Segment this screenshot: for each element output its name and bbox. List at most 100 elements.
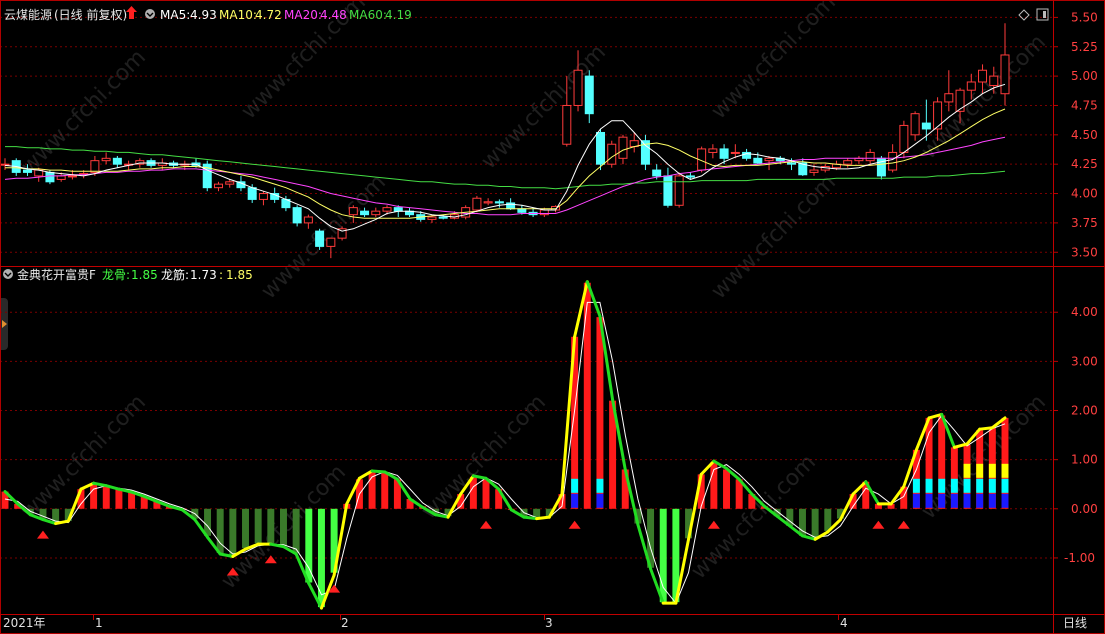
signal-block bbox=[988, 463, 996, 478]
year-label: 2021年 bbox=[3, 616, 46, 630]
indicator-bar bbox=[811, 508, 819, 539]
candle-body bbox=[56, 175, 66, 180]
indicator-axis-label: 3.00 bbox=[1071, 354, 1098, 368]
signal-block bbox=[596, 478, 604, 493]
buy-signal-icon bbox=[36, 530, 49, 539]
candle-body bbox=[607, 143, 617, 165]
signal-block bbox=[963, 463, 971, 478]
signal-block bbox=[925, 478, 933, 493]
candle-body bbox=[865, 151, 875, 162]
indicator-bar bbox=[280, 508, 287, 546]
ma5-label: MA5: bbox=[160, 8, 190, 22]
signal-block bbox=[950, 493, 958, 508]
price-axis-label: 3.75 bbox=[1071, 216, 1098, 230]
month-label: 4 bbox=[840, 616, 848, 630]
period-note: (日线 前复权) bbox=[54, 7, 127, 22]
watermark-text: www.cfchi.com bbox=[707, 170, 841, 304]
indicator-axis-label: 2.00 bbox=[1071, 404, 1098, 418]
settings-circle-icon[interactable] bbox=[145, 9, 155, 19]
candle-body bbox=[258, 193, 268, 200]
indicator-bar bbox=[381, 471, 389, 509]
price-axis-label: 3.50 bbox=[1071, 245, 1098, 259]
watermark-text: www.cfchi.com bbox=[17, 45, 151, 179]
candle-body bbox=[517, 208, 527, 213]
candle-body bbox=[382, 207, 392, 212]
ma20-value: 4.48 bbox=[320, 8, 347, 22]
candle-body bbox=[315, 230, 325, 247]
candle-body bbox=[753, 157, 763, 164]
indicator-bar bbox=[229, 508, 237, 556]
candle-body bbox=[427, 216, 437, 220]
signal-block bbox=[988, 493, 996, 508]
buy-signal-icon bbox=[480, 520, 493, 529]
line1-segment bbox=[522, 515, 539, 521]
candle-body bbox=[685, 175, 695, 178]
watermark-text: www.cfchi.com bbox=[917, 30, 1051, 164]
candle-body bbox=[0, 163, 10, 166]
candle-body bbox=[888, 151, 898, 171]
indicator-bar bbox=[102, 486, 110, 509]
month-label: 1 bbox=[95, 616, 103, 630]
candle-body bbox=[719, 148, 729, 159]
indicator-menu-icon[interactable] bbox=[3, 269, 13, 279]
line3-value: 1.85 bbox=[226, 268, 253, 282]
price-axis-label: 5.50 bbox=[1071, 10, 1098, 24]
panel-toggle-icon[interactable] bbox=[1036, 8, 1049, 21]
price-axis-label: 5.25 bbox=[1071, 40, 1098, 54]
indicator-bar bbox=[242, 508, 249, 549]
indicator-bar bbox=[115, 489, 123, 509]
candle-body bbox=[292, 207, 302, 224]
signal-block bbox=[963, 478, 971, 493]
diamond-icon[interactable] bbox=[1018, 9, 1030, 21]
candle-body bbox=[45, 171, 55, 183]
price-axis-label: 4.50 bbox=[1071, 128, 1098, 142]
signal-block bbox=[571, 478, 579, 493]
line3-label: : bbox=[219, 268, 223, 282]
buy-signal-icon bbox=[707, 520, 720, 529]
buy-signal-icon bbox=[897, 520, 910, 529]
candle-body bbox=[966, 81, 976, 91]
signal-block bbox=[938, 478, 946, 493]
indicator-bar bbox=[90, 484, 98, 509]
month-label: 3 bbox=[545, 616, 553, 630]
candle-body bbox=[483, 201, 493, 204]
indicator-bar bbox=[723, 469, 730, 509]
candle-body bbox=[303, 216, 313, 224]
candle-body bbox=[22, 169, 32, 173]
candle-body bbox=[101, 157, 111, 162]
signal-block bbox=[976, 478, 984, 493]
indicator-bar bbox=[292, 508, 300, 554]
signal-block bbox=[571, 493, 579, 508]
line1-value: 1.85 bbox=[131, 268, 158, 282]
candle-body bbox=[618, 136, 628, 159]
kline-chart: www.cfchi.comwww.cfchi.comwww.cfchi.comw… bbox=[0, 0, 1105, 634]
period-button[interactable]: 日线 bbox=[1063, 616, 1087, 630]
signal-block bbox=[925, 493, 933, 508]
signal-block bbox=[596, 493, 604, 508]
signal-block bbox=[912, 493, 920, 508]
signal-block bbox=[988, 478, 996, 493]
candle-body bbox=[360, 210, 370, 216]
candle-body bbox=[213, 183, 223, 189]
ma10-value: 4.72 bbox=[255, 8, 282, 22]
candle-body bbox=[764, 157, 774, 162]
signal-block bbox=[1001, 478, 1009, 493]
price-axis-label: 4.00 bbox=[1071, 187, 1098, 201]
candle-body bbox=[663, 175, 673, 206]
indicator-bar bbox=[583, 282, 591, 509]
indicator-bar bbox=[482, 479, 490, 509]
stock-name: 云煤能源 bbox=[4, 8, 52, 22]
signal-block bbox=[950, 478, 958, 493]
line1-segment bbox=[978, 426, 994, 431]
candle-body bbox=[652, 169, 662, 177]
candle-body bbox=[494, 201, 504, 204]
indicator-bar bbox=[305, 508, 313, 583]
candle-body bbox=[921, 122, 931, 130]
candle-body bbox=[674, 175, 684, 206]
candle-body bbox=[348, 207, 358, 216]
signal-block bbox=[938, 493, 946, 508]
line2-value: 1.73 bbox=[190, 268, 217, 282]
ma20-label: MA20: bbox=[284, 8, 322, 22]
signal-block bbox=[1001, 463, 1009, 478]
candle-body bbox=[393, 207, 403, 212]
